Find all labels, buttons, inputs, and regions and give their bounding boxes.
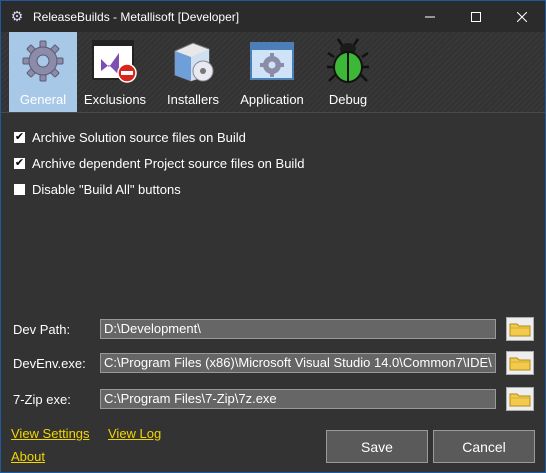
title-bar[interactable]: ⚙ ReleaseBuilds - Metallisoft [Developer…: [1, 1, 545, 32]
archive-solution-option[interactable]: ✔ Archive Solution source files on Build: [13, 124, 304, 150]
save-button[interactable]: Save: [326, 430, 428, 463]
tab-installers[interactable]: Installers: [161, 32, 225, 112]
devenv-browse-button[interactable]: [506, 351, 534, 375]
dev-path-browse-button[interactable]: [506, 317, 534, 341]
bug-icon: [324, 36, 372, 86]
disable-build-all-checkbox[interactable]: [13, 182, 26, 196]
tab-general[interactable]: General: [9, 32, 77, 112]
tab-general-label: General: [19, 92, 67, 107]
minimize-button[interactable]: [407, 1, 453, 32]
dev-path-row: Dev Path: D:\Development\: [13, 316, 535, 342]
application-window-icon: [248, 36, 296, 86]
devenv-label: DevEnv.exe:: [13, 355, 86, 371]
folder-icon: [509, 323, 531, 337]
seven-zip-browse-button[interactable]: [506, 387, 534, 411]
divider: [1, 112, 545, 113]
devenv-field[interactable]: C:\Program Files (x86)\Microsoft Visual …: [100, 353, 496, 373]
visual-studio-exclude-icon: [91, 36, 139, 86]
toolbar: General Exclusions Installers Applicatio…: [1, 32, 545, 112]
tab-application-label: Application: [240, 92, 304, 107]
window-controls: [407, 1, 545, 32]
options-checkboxes: ✔ Archive Solution source files on Build…: [13, 124, 304, 202]
release-builds-window: ⚙ ReleaseBuilds - Metallisoft [Developer…: [0, 0, 546, 473]
maximize-icon: [471, 11, 481, 22]
devenv-row: DevEnv.exe: C:\Program Files (x86)\Micro…: [13, 350, 535, 376]
archive-dependent-label: Archive dependent Project source files o…: [32, 155, 305, 171]
dev-path-field[interactable]: D:\Development\: [100, 319, 496, 339]
folder-icon: [509, 357, 531, 371]
maximize-button[interactable]: [453, 1, 499, 32]
archive-dependent-checkbox[interactable]: ✔: [13, 156, 26, 170]
tab-debug[interactable]: Debug: [319, 32, 377, 112]
disable-build-all-option[interactable]: Disable "Build All" buttons: [13, 176, 304, 202]
folder-icon: [509, 393, 531, 407]
about-link[interactable]: About: [11, 449, 45, 464]
tab-application[interactable]: Application: [233, 32, 311, 112]
dev-path-label: Dev Path:: [13, 321, 71, 337]
view-log-link[interactable]: View Log: [108, 426, 161, 441]
window-title: ReleaseBuilds - Metallisoft [Developer]: [33, 9, 240, 24]
archive-solution-label: Archive Solution source files on Build: [32, 129, 246, 145]
tab-installers-label: Installers: [166, 92, 220, 107]
tab-exclusions-label: Exclusions: [83, 92, 147, 107]
minimize-icon: [425, 16, 435, 17]
seven-zip-label: 7-Zip exe:: [13, 391, 71, 407]
tab-debug-label: Debug: [328, 92, 368, 107]
archive-solution-checkbox[interactable]: ✔: [13, 130, 26, 144]
seven-zip-field[interactable]: C:\Program Files\7-Zip\7z.exe: [100, 389, 496, 409]
gear-icon: ⚙: [10, 8, 24, 24]
disable-build-all-label: Disable "Build All" buttons: [32, 181, 181, 197]
close-icon: [517, 11, 527, 22]
cancel-button[interactable]: Cancel: [433, 430, 535, 463]
view-settings-link[interactable]: View Settings: [11, 426, 90, 441]
close-button[interactable]: [499, 1, 545, 32]
archive-dependent-option[interactable]: ✔ Archive dependent Project source files…: [13, 150, 304, 176]
gear-icon: [19, 36, 67, 86]
seven-zip-row: 7-Zip exe: C:\Program Files\7-Zip\7z.exe: [13, 386, 535, 412]
installer-icon: [169, 36, 217, 86]
tab-exclusions[interactable]: Exclusions: [79, 32, 151, 112]
